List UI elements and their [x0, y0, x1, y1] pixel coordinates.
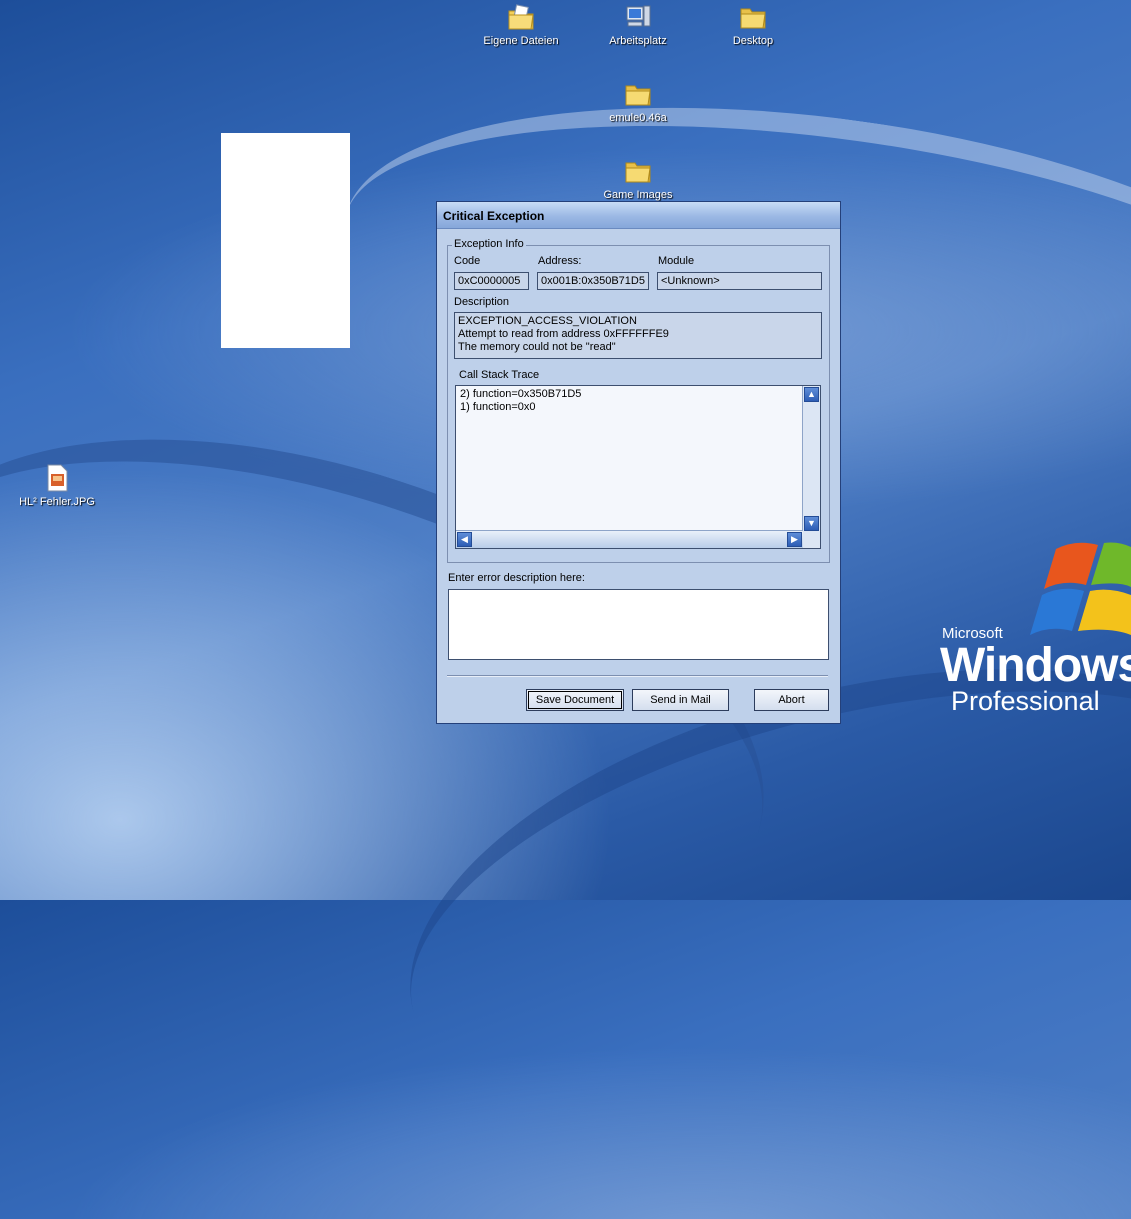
- desktop-icon-label: emule0.46a: [609, 112, 667, 124]
- folder-icon: [625, 85, 651, 106]
- stack-frame[interactable]: 1) function=0x0: [460, 401, 581, 414]
- desktop-icon-label: Desktop: [732, 35, 774, 47]
- description-line: The memory could not be "read": [458, 341, 616, 353]
- error-description-input[interactable]: [448, 589, 829, 660]
- abort-button[interactable]: Abort: [754, 689, 829, 711]
- address-field[interactable]: 0x001B:0x350B71D5: [537, 272, 649, 290]
- scroll-down-icon[interactable]: ▼: [804, 516, 819, 531]
- my-computer-icon: [626, 5, 651, 27]
- folder-icon: [625, 162, 651, 183]
- desktop-icon-desktop[interactable]: Desktop: [705, 3, 801, 47]
- save-document-button[interactable]: Save Document: [526, 689, 624, 711]
- description-label: Description: [454, 296, 510, 308]
- module-label: Module: [658, 255, 695, 267]
- scroll-up-icon[interactable]: ▲: [804, 387, 819, 402]
- edition-wordmark: Professional: [951, 686, 1100, 716]
- desktop-icon-game-images[interactable]: Game Images: [590, 157, 686, 201]
- desktop-icon-label: Arbeitsplatz: [609, 35, 667, 47]
- module-field[interactable]: <Unknown>: [657, 272, 822, 290]
- desktop-icon-label: Eigene Dateien: [483, 35, 559, 47]
- jpg-image-file-icon: [47, 464, 68, 492]
- desktop-icon-my-computer[interactable]: Arbeitsplatz: [590, 3, 686, 47]
- exception-info-label: Exception Info: [452, 238, 526, 250]
- send-in-mail-button[interactable]: Send in Mail: [632, 689, 729, 711]
- critical-exception-dialog: Critical Exception Exception Info Code A…: [436, 201, 841, 724]
- code-field[interactable]: 0xC0000005: [454, 272, 529, 290]
- code-label: Code: [454, 255, 481, 267]
- scroll-left-icon[interactable]: ◀: [457, 532, 472, 547]
- call-stack-trace-label: Call Stack Trace: [459, 369, 540, 381]
- windows-wordmark: Windows: [940, 639, 1131, 692]
- horizontal-scrollbar[interactable]: ◀ ▶: [456, 530, 803, 548]
- dialog-title[interactable]: Critical Exception: [437, 202, 840, 229]
- call-stack-list[interactable]: 2) function=0x350B71D5 1) function=0x0 ▲…: [455, 385, 821, 549]
- scrollbar-corner: [803, 531, 820, 548]
- desktop-icon-label: Game Images: [603, 189, 673, 201]
- blank-window-area: [221, 133, 350, 348]
- description-line: Attempt to read from address 0xFFFFFFE9: [458, 328, 669, 340]
- separator: [447, 675, 828, 677]
- address-label: Address:: [538, 255, 582, 267]
- vertical-scrollbar[interactable]: ▲ ▼: [802, 386, 820, 532]
- stack-frame[interactable]: 2) function=0x350B71D5: [460, 388, 581, 401]
- my-documents-folder-icon: [508, 4, 534, 30]
- scroll-right-icon[interactable]: ▶: [787, 532, 802, 547]
- desktop-icon-label: HL² Fehler.JPG: [19, 496, 95, 508]
- error-description-label: Enter error description here:: [448, 572, 585, 584]
- description-line: EXCEPTION_ACCESS_VIOLATION: [458, 315, 637, 327]
- desktop-icon-my-documents[interactable]: Eigene Dateien: [473, 3, 569, 47]
- desktop-icon-emule[interactable]: emule0.46a: [590, 80, 686, 124]
- folder-icon: [740, 8, 766, 29]
- desktop-icon-hl2-jpg[interactable]: HL² Fehler.JPG: [9, 464, 105, 508]
- description-field[interactable]: EXCEPTION_ACCESS_VIOLATION Attempt to re…: [454, 312, 822, 359]
